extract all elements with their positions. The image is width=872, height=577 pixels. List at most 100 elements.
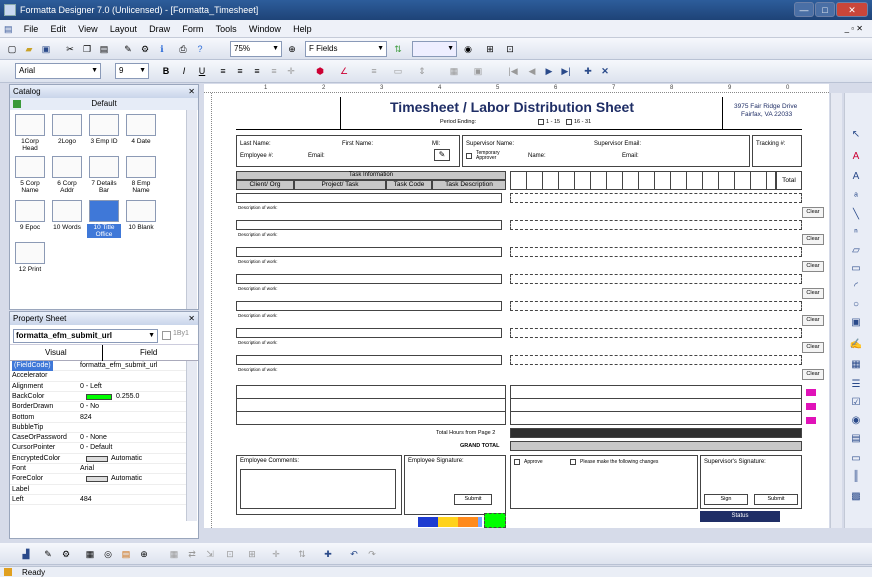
italic-button[interactable]: I: [176, 63, 192, 79]
wizard-icon[interactable]: ✎: [40, 546, 56, 562]
row-box[interactable]: [236, 328, 502, 338]
catalog-item[interactable]: 7 Details Bar: [87, 156, 121, 194]
catalog-tab[interactable]: Default: [10, 98, 198, 110]
font-combo[interactable]: Arial ▼: [15, 63, 101, 79]
next-page-icon[interactable]: ▶: [541, 63, 557, 79]
property-row[interactable]: Label: [10, 485, 193, 495]
edit-email-icon[interactable]: ✎: [434, 149, 450, 161]
catalog-item[interactable]: 10 Words: [50, 200, 84, 231]
row-box[interactable]: [236, 355, 502, 365]
design-canvas[interactable]: Timesheet / Labor Distribution Sheet 397…: [204, 93, 829, 528]
supervisor-submit-button[interactable]: Submit: [754, 494, 798, 505]
info-icon[interactable]: ℹ: [154, 41, 170, 57]
spacing-icon[interactable]: ⊞: [244, 546, 260, 562]
employee-submit-button[interactable]: Submit: [454, 494, 492, 505]
layout-icon[interactable]: ▦: [166, 546, 182, 562]
edit-icon[interactable]: ✎: [120, 41, 136, 57]
summary-hours[interactable]: [510, 385, 802, 425]
justify-icon[interactable]: ≡: [266, 63, 282, 79]
day-hours-row[interactable]: [510, 328, 802, 338]
new-icon[interactable]: ▢: [4, 41, 20, 57]
signature-icon[interactable]: ✍: [849, 338, 863, 352]
cut-icon[interactable]: ✂: [62, 41, 78, 57]
property-row[interactable]: BubbleTip: [10, 423, 193, 434]
settings-icon[interactable]: ⚙: [58, 546, 74, 562]
link-icon[interactable]: ✚: [320, 546, 336, 562]
row-box[interactable]: [236, 193, 502, 203]
property-row[interactable]: BackColor 0.255.0: [10, 392, 193, 403]
property-row[interactable]: (FieldCode) formatta_efm_submit_url: [10, 361, 193, 372]
catalog-item[interactable]: 5 Corp Name: [13, 156, 47, 194]
save-icon[interactable]: ▣: [38, 41, 54, 57]
changes-checkbox[interactable]: [570, 459, 576, 465]
period-16-31-checkbox[interactable]: [566, 119, 572, 125]
clear-button[interactable]: Clear: [802, 234, 824, 245]
pointer-icon[interactable]: ↖: [849, 128, 863, 142]
period-1-15-checkbox[interactable]: [538, 119, 544, 125]
line-color-icon[interactable]: ∠: [336, 63, 352, 79]
size-icon[interactable]: ⊡: [222, 546, 238, 562]
field-combo[interactable]: F Fields ▼: [305, 41, 387, 57]
menu-layout[interactable]: Layout: [105, 20, 142, 38]
align-right-icon[interactable]: ≡: [249, 63, 265, 79]
barcode-icon[interactable]: ║: [849, 470, 863, 484]
sign-button[interactable]: Sign: [704, 494, 748, 505]
open-icon[interactable]: ▰: [21, 41, 37, 57]
property-row[interactable]: Font Arial: [10, 464, 193, 475]
zoom-icon[interactable]: ⊕: [284, 41, 300, 57]
add-page-icon[interactable]: ✚: [580, 63, 596, 79]
ellipse-icon[interactable]: ○: [849, 298, 863, 312]
minimize-button[interactable]: —: [794, 2, 814, 17]
last-page-icon[interactable]: ▶|: [558, 63, 574, 79]
border-icon[interactable]: ▭: [390, 63, 406, 79]
property-row[interactable]: CursorPointer 0 - Default: [10, 443, 193, 454]
property-row[interactable]: Left 484: [10, 495, 193, 506]
field-tool-icon[interactable]: ⇅: [390, 41, 406, 57]
catalog-item[interactable]: 1Corp Head: [13, 114, 47, 152]
redo-icon[interactable]: ↷: [364, 546, 380, 562]
day-hours-row[interactable]: [510, 220, 802, 230]
line-style-icon[interactable]: ≡: [366, 63, 382, 79]
combo-icon[interactable]: ▤: [849, 432, 863, 446]
status-field[interactable]: Status: [700, 511, 780, 522]
layer-icon[interactable]: ▦: [446, 63, 462, 79]
row-box[interactable]: [236, 301, 502, 311]
catalog-item[interactable]: 3 Emp ID: [87, 114, 121, 145]
search-icon[interactable]: ⊕: [136, 546, 152, 562]
text-style-icon[interactable]: A: [849, 170, 863, 184]
line-icon[interactable]: ╲: [849, 208, 863, 222]
day-hours-row[interactable]: [510, 355, 802, 365]
clear-button[interactable]: Clear: [802, 207, 824, 218]
tab-order-icon[interactable]: ⇄: [184, 546, 200, 562]
clear-button[interactable]: Clear: [802, 342, 824, 353]
menu-draw[interactable]: Draw: [144, 20, 175, 38]
polygon-icon[interactable]: ▱: [849, 244, 863, 258]
clear-button[interactable]: Clear: [802, 261, 824, 272]
zoom-combo[interactable]: 75% ▼: [230, 41, 282, 57]
one-by-one-checkbox[interactable]: [162, 331, 171, 340]
row-box[interactable]: [236, 274, 502, 284]
property-row[interactable]: Accelerator: [10, 371, 193, 382]
style-combo[interactable]: ▼: [412, 41, 457, 57]
catalog-item[interactable]: 8 Emp Name: [124, 156, 158, 194]
menu-view[interactable]: View: [73, 20, 102, 38]
tab-field[interactable]: Field: [140, 348, 157, 357]
clear-button[interactable]: Clear: [802, 288, 824, 299]
spacing-icon[interactable]: ⇕: [414, 63, 430, 79]
group-icon[interactable]: ▣: [470, 63, 486, 79]
print-icon[interactable]: ⎙: [175, 41, 191, 57]
distribute-icon[interactable]: ✛: [283, 63, 299, 79]
day-hours-row[interactable]: [510, 274, 802, 284]
listbox-icon[interactable]: ☰: [849, 378, 863, 392]
close-icon[interactable]: ✕: [188, 85, 195, 98]
menu-help[interactable]: Help: [288, 20, 317, 38]
object-selector[interactable]: formatta_efm_submit_url ▼: [13, 329, 158, 343]
clear-button[interactable]: Clear: [802, 369, 824, 380]
property-row[interactable]: ForeColor Automatic: [10, 474, 193, 485]
align-icon[interactable]: ⇲: [202, 546, 218, 562]
copy-icon[interactable]: ❐: [79, 41, 95, 57]
text-a-icon[interactable]: A: [849, 150, 863, 164]
tools-icon[interactable]: ⚙: [137, 41, 153, 57]
menu-edit[interactable]: Edit: [46, 20, 72, 38]
delete-page-icon[interactable]: ✕: [597, 63, 613, 79]
